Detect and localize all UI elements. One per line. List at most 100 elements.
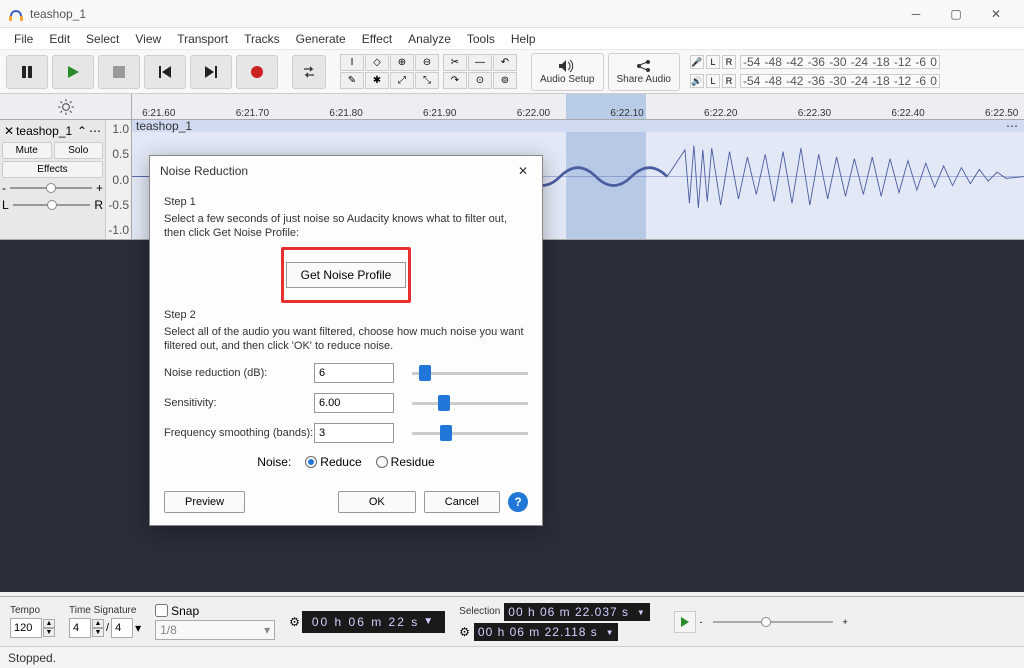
track-collapse-icon[interactable]: ⌃ <box>77 124 87 138</box>
record-button[interactable] <box>236 55 278 89</box>
track-name: teashop_1 <box>16 124 75 138</box>
mute-button[interactable]: Mute <box>2 142 52 159</box>
menu-file[interactable]: File <box>6 32 41 46</box>
zoom-toggle2-icon[interactable]: ⊚ <box>493 72 517 89</box>
dialog-close-icon[interactable]: ✕ <box>514 162 532 180</box>
rec-r-icon: R <box>722 55 736 69</box>
skip-end-button[interactable] <box>190 55 232 89</box>
pan-slider[interactable] <box>13 204 91 206</box>
selection-start[interactable]: 00 h 06 m 22.037 s ▾ <box>504 603 649 621</box>
menu-tracks[interactable]: Tracks <box>236 32 288 46</box>
app-icon <box>8 6 24 22</box>
selection-end[interactable]: 00 h 06 m 22.118 s ▾ <box>474 623 618 641</box>
timesig-num[interactable]: ▲▼ <box>69 618 104 638</box>
cancel-button[interactable]: Cancel <box>424 491 500 513</box>
share-audio-button[interactable]: Share Audio <box>608 53 681 91</box>
skip-start-button[interactable] <box>144 55 186 89</box>
clip-menu-icon[interactable]: ⋯ <box>1006 119 1018 133</box>
play-button[interactable] <box>52 55 94 89</box>
reduce-radio[interactable]: Reduce <box>305 455 361 469</box>
selection-gear-icon[interactable]: ⚙ <box>459 625 470 639</box>
solo-button[interactable]: Solo <box>54 142 104 159</box>
sensitivity-label: Sensitivity: <box>164 397 314 409</box>
selection-label: Selection <box>459 606 500 617</box>
multi-tool-icon[interactable]: ✱ <box>365 72 389 89</box>
snap-select[interactable]: 1/8▾ <box>155 620 275 640</box>
fit-proj-icon[interactable]: ⤡ <box>415 72 439 89</box>
rec-l-icon: L <box>706 55 720 69</box>
menu-help[interactable]: Help <box>503 32 544 46</box>
main-time-display[interactable]: 00 h 06 m 22 s▼ <box>302 611 445 633</box>
play-meter-icon[interactable]: 🔊 <box>690 74 704 88</box>
help-button[interactable]: ? <box>508 492 528 512</box>
fit-sel-icon[interactable]: ⤢ <box>390 72 414 89</box>
title-bar: teashop_1 ─ ▢ ✕ <box>0 0 1024 28</box>
dialog-title: Noise Reduction <box>160 164 248 178</box>
minimize-button[interactable]: ─ <box>896 0 936 28</box>
menu-edit[interactable]: Edit <box>41 32 78 46</box>
playback-speed-slider[interactable] <box>713 621 833 623</box>
close-window-button[interactable]: ✕ <box>976 0 1016 28</box>
frequency-smoothing-label: Frequency smoothing (bands): <box>164 427 314 439</box>
get-noise-profile-button[interactable]: Get Noise Profile <box>286 262 407 288</box>
stop-button[interactable] <box>98 55 140 89</box>
timeline-ruler[interactable]: 6:21.60 6:21.70 6:21.80 6:21.90 6:22.00 … <box>132 94 1024 119</box>
track-close-icon[interactable]: ✕ <box>4 124 14 138</box>
frequency-smoothing-input[interactable] <box>314 423 394 443</box>
selection-tool-icon[interactable]: I <box>340 54 364 71</box>
ok-button[interactable]: OK <box>338 491 416 513</box>
noise-radio-label: Noise: <box>257 455 291 469</box>
noise-reduction-dialog: Noise Reduction ✕ Step 1 Select a few se… <box>149 155 543 526</box>
track-menu-icon[interactable]: ⋯ <box>89 124 101 138</box>
noise-reduction-slider[interactable] <box>412 372 528 375</box>
tempo-label: Tempo <box>10 605 55 616</box>
undo-icon[interactable]: ↶ <box>493 54 517 71</box>
envelope-tool-icon[interactable]: ◇ <box>365 54 389 71</box>
residue-radio[interactable]: Residue <box>376 455 435 469</box>
play-at-speed-button[interactable] <box>674 611 696 633</box>
edit-tools[interactable]: I ◇ ⊕ ⊖ ✎ ✱ ⤢ ⤡ <box>340 54 439 89</box>
record-meter[interactable]: -54-48-42-36-30-24-18-12-60 <box>740 55 940 69</box>
zoomout-tool-icon[interactable]: ⊖ <box>415 54 439 71</box>
extra-tools[interactable]: ✂ ― ↶ ↷ ⊙ ⊚ <box>443 54 517 89</box>
audio-setup-button[interactable]: Audio Setup <box>531 53 604 91</box>
tempo-input[interactable]: ▲▼ <box>10 618 55 638</box>
bottom-toolbar: Tempo ▲▼ Time Signature ▲▼ / ▾ Snap 1/8▾… <box>0 596 1024 646</box>
sensitivity-input[interactable] <box>314 393 394 413</box>
snap-checkbox[interactable] <box>155 604 168 617</box>
noise-reduction-input[interactable] <box>314 363 394 383</box>
timeline-ruler-row: 6:21.60 6:21.70 6:21.80 6:21.90 6:22.00 … <box>0 94 1024 120</box>
menu-generate[interactable]: Generate <box>288 32 354 46</box>
effects-button[interactable]: Effects <box>2 161 103 178</box>
timesig-label: Time Signature <box>69 605 141 616</box>
step2-text: Select all of the audio you want filtere… <box>164 325 528 354</box>
menu-select[interactable]: Select <box>78 32 127 46</box>
zoom-toggle-icon[interactable]: ⊙ <box>468 72 492 89</box>
trim-icon[interactable]: ✂ <box>443 54 467 71</box>
frequency-smoothing-slider[interactable] <box>412 432 528 435</box>
play-l-icon: L <box>706 74 720 88</box>
silence-icon[interactable]: ― <box>468 54 492 71</box>
draw-tool-icon[interactable]: ✎ <box>340 72 364 89</box>
track-control-panel[interactable]: ✕ teashop_1 ⌃ ⋯ Mute Solo Effects -+ LR … <box>0 120 132 239</box>
gain-slider[interactable] <box>10 187 92 189</box>
loop-button[interactable] <box>292 55 326 89</box>
menu-effect[interactable]: Effect <box>354 32 400 46</box>
get-noise-profile-highlight: Get Noise Profile <box>281 247 412 303</box>
redo-icon[interactable]: ↷ <box>443 72 467 89</box>
preview-button[interactable]: Preview <box>164 491 245 513</box>
zoomin-tool-icon[interactable]: ⊕ <box>390 54 414 71</box>
pause-button[interactable] <box>6 55 48 89</box>
menu-tools[interactable]: Tools <box>459 32 503 46</box>
menu-transport[interactable]: Transport <box>169 32 236 46</box>
maximize-button[interactable]: ▢ <box>936 0 976 28</box>
menu-view[interactable]: View <box>127 32 169 46</box>
menu-analyze[interactable]: Analyze <box>400 32 459 46</box>
playback-meter[interactable]: -54-48-42-36-30-24-18-12-60 <box>740 74 940 88</box>
mic-icon[interactable]: 🎤 <box>690 55 704 69</box>
sensitivity-slider[interactable] <box>412 402 528 405</box>
time-gear-icon[interactable]: ⚙ <box>289 615 300 629</box>
timesig-den[interactable]: ▾ <box>111 618 141 638</box>
timeline-settings-icon[interactable] <box>57 98 75 116</box>
clip-name: teashop_1 <box>136 119 192 133</box>
